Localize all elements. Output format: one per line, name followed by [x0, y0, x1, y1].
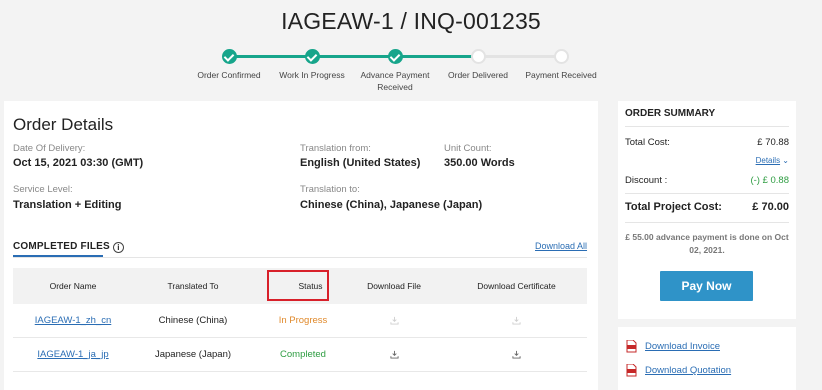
- check-icon: [388, 49, 403, 64]
- status-badge: In Progress: [278, 315, 328, 326]
- column-header-translated-to: Translated To: [167, 281, 219, 291]
- column-header-download-certificate: Download Certificate: [477, 281, 556, 291]
- order-details-card: Order Details Date Of Delivery: Oct 15, …: [4, 101, 598, 390]
- total-project-cost-label: Total Project Cost:: [625, 201, 722, 213]
- divider: [625, 222, 789, 223]
- divider: [13, 257, 587, 258]
- translated-to-cell: Chinese (China): [158, 315, 228, 326]
- completed-files-title: COMPLETED FILES: [13, 241, 110, 252]
- translation-to-label: Translation to:: [300, 184, 360, 195]
- status-badge: Completed: [280, 349, 326, 360]
- order-progress-stepper: Order Confirmed Work In Progress Advance…: [0, 45, 822, 95]
- download-quotation-link[interactable]: Download Quotation: [645, 365, 731, 376]
- chevron-down-icon: ⌄: [780, 156, 789, 165]
- download-all-link[interactable]: Download All: [535, 241, 587, 251]
- order-name-link[interactable]: IAGEAW-1_ja_jp: [13, 338, 133, 372]
- completed-files-heading: COMPLETED FILES i: [13, 241, 124, 253]
- page-title: IAGEAW-1 / INQ-001235: [281, 8, 541, 34]
- service-level-label: Service Level:: [13, 184, 73, 195]
- order-summary-title: ORDER SUMMARY: [625, 108, 716, 119]
- download-icon: [512, 316, 521, 325]
- discount-label: Discount :: [625, 175, 668, 186]
- unit-count-label: Unit Count:: [444, 143, 492, 154]
- download-certificate-icon[interactable]: [512, 350, 521, 359]
- info-icon[interactable]: i: [112, 242, 124, 253]
- download-invoice-link[interactable]: Download Invoice: [645, 341, 720, 352]
- document-links-card: Download Invoice Download Quotation: [618, 327, 796, 390]
- pending-step-dot: [471, 49, 486, 64]
- translation-from-label: Translation from:: [300, 143, 371, 154]
- step-label-payment-received: Payment Received: [525, 70, 597, 80]
- step-label-order-delivered: Order Delivered: [448, 70, 508, 80]
- step-label-work-in-progress: Work In Progress: [279, 70, 345, 80]
- delivery-date-label: Date Of Delivery:: [13, 143, 86, 154]
- service-level-value: Translation + Editing: [13, 199, 122, 211]
- total-cost-label: Total Cost:: [625, 137, 670, 148]
- progress-track-done: [230, 55, 479, 58]
- check-icon: [305, 49, 320, 64]
- divider: [625, 193, 789, 194]
- pending-step-dot: [554, 49, 569, 64]
- total-project-cost-value: £ 70.00: [752, 201, 789, 213]
- check-icon: [222, 49, 237, 64]
- divider: [625, 126, 789, 127]
- advance-payment-note: £ 55.00 advance payment is done on Oct 0…: [625, 232, 789, 255]
- pay-now-button[interactable]: Pay Now: [660, 271, 753, 301]
- translation-to-value: Chinese (China), Japanese (Japan): [300, 199, 483, 211]
- translated-to-cell: Japanese (Japan): [154, 349, 232, 360]
- details-toggle[interactable]: Details ⌄: [756, 156, 789, 165]
- order-name-link[interactable]: IAGEAW-1_zh_cn: [13, 304, 133, 338]
- total-cost-value: £ 70.88: [757, 137, 789, 148]
- download-file-icon[interactable]: [390, 350, 399, 359]
- download-icon: [390, 316, 399, 325]
- column-header-download-file: Download File: [367, 281, 421, 291]
- column-header-order-name: Order Name: [49, 281, 97, 291]
- progress-track-pending: [479, 55, 562, 58]
- step-label-advance-payment: Advance Payment Received: [360, 70, 430, 92]
- details-link-label: Details: [755, 156, 781, 165]
- step-label-order-confirmed: Order Confirmed: [197, 70, 261, 80]
- discount-value: (-) £ 0.88: [750, 175, 789, 186]
- order-summary-card: ORDER SUMMARY Total Cost: £ 70.88 Detail…: [618, 101, 796, 319]
- translation-from-value: English (United States): [300, 157, 421, 169]
- table-row: IAGEAW-1_zh_cn Chinese (China) In Progre…: [13, 304, 587, 338]
- pdf-icon: [626, 364, 637, 377]
- table-row: IAGEAW-1_ja_jp Japanese (Japan) Complete…: [13, 338, 587, 372]
- pdf-icon: [626, 340, 637, 353]
- delivery-date-value: Oct 15, 2021 03:30 (GMT): [13, 157, 144, 169]
- unit-count-value: 350.00 Words: [444, 157, 515, 169]
- status-column-highlight: [267, 270, 329, 301]
- order-details-title: Order Details: [13, 115, 114, 134]
